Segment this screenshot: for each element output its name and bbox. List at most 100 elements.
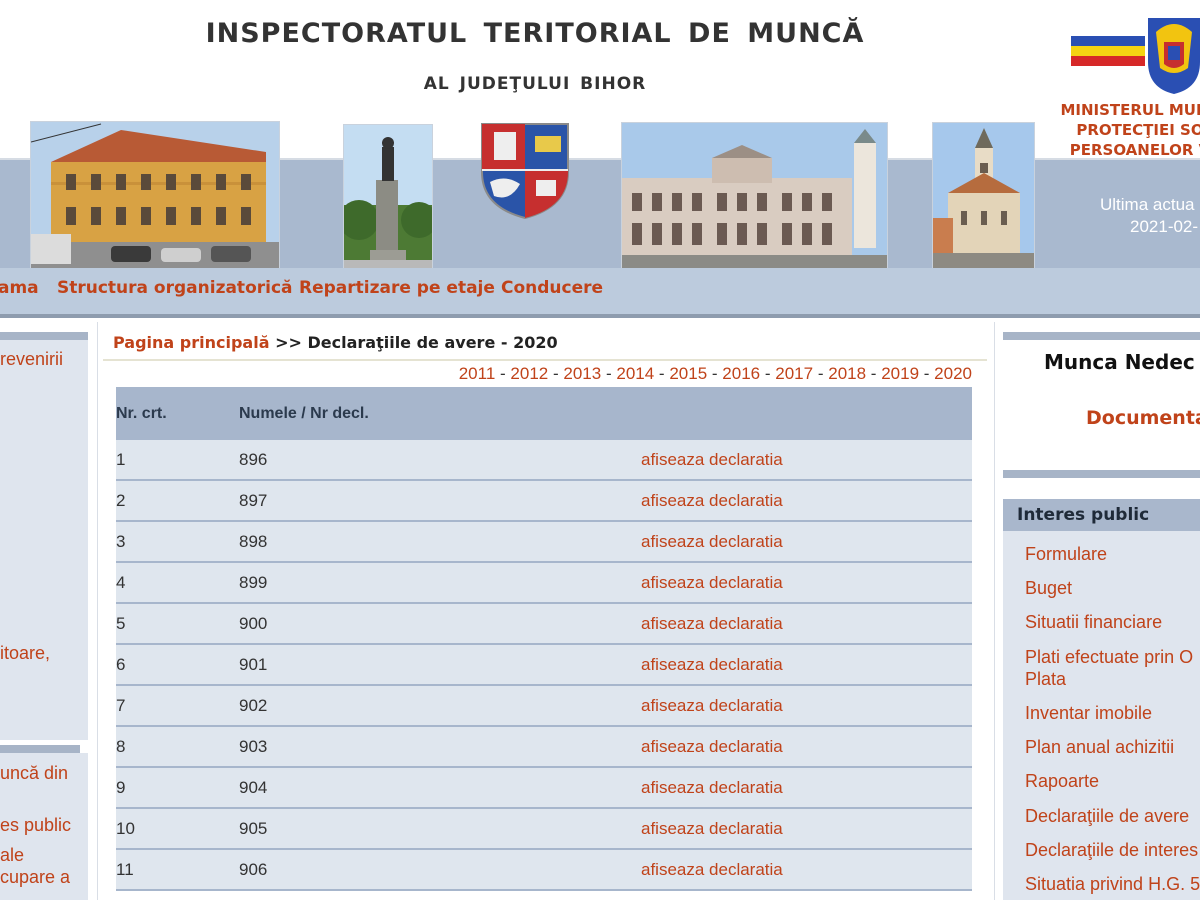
declaration-number: 898 [239, 521, 641, 563]
promo-title: Munca Nedec [1044, 350, 1195, 374]
public-interest-link-plati[interactable]: Plati efectuate prin O [1025, 646, 1193, 668]
year-link-2018[interactable]: 2018 [828, 364, 866, 383]
declaration-number: 905 [239, 808, 641, 850]
public-interest-link-situatia-hg[interactable]: Situatia privind H.G. 5 [1025, 873, 1200, 895]
show-declaration-link[interactable]: afiseaza declaratia [641, 767, 972, 809]
year-link-2012[interactable]: 2012 [510, 364, 548, 383]
year-separator: - [923, 364, 930, 383]
row-number: 3 [116, 521, 239, 563]
row-number: 4 [116, 562, 239, 604]
ministry-name: MINISTERUL MUNC PROTECŢIEI SO PERSOANELO… [1040, 100, 1200, 160]
declarations-table: Nr. crt. Numele / Nr decl. 1 896 afiseaza … [116, 387, 972, 891]
church-photo [932, 122, 1035, 269]
table-row: 10 905 afiseaza declaratia [116, 808, 972, 850]
public-interest-link-rapoarte[interactable]: Rapoarte [1025, 770, 1099, 792]
public-interest-link-buget[interactable]: Buget [1025, 577, 1072, 599]
government-coat-of-arms [1144, 12, 1200, 96]
show-declaration-link[interactable]: afiseaza declaratia [641, 808, 972, 850]
public-interest-link-formulare[interactable]: Formulare [1025, 543, 1107, 565]
year-selector: 2011 - 2012 - 2013 - 2014 - 2015 - 2016 … [459, 364, 972, 384]
breadcrumb-home-link[interactable]: Pagina principală [113, 333, 270, 352]
table-row: 6 901 afiseaza declaratia [116, 644, 972, 686]
site-header: INSPECTORATUL TERITORIAL DE MUNCĂ AL JUD… [0, 0, 1200, 320]
nav-item-acasa[interactable]: ama [0, 278, 39, 298]
declaration-number: 899 [239, 562, 641, 604]
left-sidebar-link[interactable]: uncă din [0, 763, 68, 784]
column-header-action [641, 387, 972, 440]
year-separator: - [711, 364, 718, 383]
show-declaration-link[interactable]: afiseaza declaratia [641, 849, 972, 891]
year-separator: - [817, 364, 824, 383]
left-sidebar-top-bar [0, 332, 88, 340]
table-row: 9 904 afiseaza declaratia [116, 767, 972, 809]
left-sidebar-link[interactable]: itoare, [0, 643, 50, 664]
nav-item-structura[interactable]: Structura organizatorică [57, 278, 293, 298]
declaration-number: 897 [239, 480, 641, 522]
row-number: 11 [116, 849, 239, 891]
last-update-date: 2021-02- [1130, 217, 1199, 236]
declaration-number: 903 [239, 726, 641, 768]
table-row: 2 897 afiseaza declaratia [116, 480, 972, 522]
left-sidebar-link[interactable]: revenirii [0, 349, 63, 370]
public-interest-link-situatii-financiare[interactable]: Situatii financiare [1025, 611, 1162, 633]
building-photo-yellow [30, 121, 280, 270]
ministry-line-1: MINISTERUL MUNC [1060, 101, 1200, 119]
public-interest-link-declaratii-interese[interactable]: Declaraţiile de interes [1025, 839, 1198, 861]
row-number: 8 [116, 726, 239, 768]
declaration-number: 900 [239, 603, 641, 645]
row-number: 10 [116, 808, 239, 850]
year-link-2016[interactable]: 2016 [722, 364, 760, 383]
year-link-2019[interactable]: 2019 [881, 364, 919, 383]
left-sidebar-link[interactable]: es public [0, 815, 71, 836]
show-declaration-link[interactable]: afiseaza declaratia [641, 440, 972, 481]
row-number: 7 [116, 685, 239, 727]
table-header-row: Nr. crt. Numele / Nr decl. [116, 387, 972, 440]
show-declaration-link[interactable]: afiseaza declaratia [641, 644, 972, 686]
left-sidebar-link[interactable]: ale [0, 845, 24, 866]
palace-photo [621, 122, 888, 269]
left-sidebar-link[interactable]: cupare a [0, 867, 70, 888]
row-number: 6 [116, 644, 239, 686]
declaration-number: 906 [239, 849, 641, 891]
year-link-2011[interactable]: 2011 [459, 364, 496, 383]
show-declaration-link[interactable]: afiseaza declaratia [641, 685, 972, 727]
public-interest-link-plan-achizitii[interactable]: Plan anual achizitii [1025, 736, 1174, 758]
breadcrumb-divider [103, 359, 987, 361]
public-interest-link-declaratii-avere[interactable]: Declaraţiile de avere [1025, 805, 1189, 827]
year-link-2015[interactable]: 2015 [669, 364, 707, 383]
year-separator: - [870, 364, 877, 383]
last-update: Ultima actua 2021-02- [1100, 194, 1198, 238]
nav-item-repartizare[interactable]: Repartizare pe etaje [299, 278, 495, 298]
left-sidebar-panel [0, 340, 88, 740]
breadcrumb-separator: >> [275, 333, 302, 352]
show-declaration-link[interactable]: afiseaza declaratia [641, 603, 972, 645]
public-interest-link-inventar[interactable]: Inventar imobile [1025, 702, 1152, 724]
table-row: 7 902 afiseaza declaratia [116, 685, 972, 727]
year-separator: - [552, 364, 559, 383]
nav-item-conducere[interactable]: Conducere [501, 278, 603, 298]
breadcrumb-current: Declaraţiile de avere - 2020 [307, 333, 558, 352]
flag-blue-stripe [1071, 36, 1145, 46]
year-separator: - [605, 364, 612, 383]
year-link-2020[interactable]: 2020 [934, 364, 972, 383]
year-separator: - [658, 364, 665, 383]
ministry-line-3: PERSOANELOR V [1069, 141, 1200, 159]
breadcrumb: Pagina principală >> Declaraţiile de ave… [113, 333, 558, 352]
year-link-2013[interactable]: 2013 [563, 364, 601, 383]
year-link-2014[interactable]: 2014 [616, 364, 654, 383]
show-declaration-link[interactable]: afiseaza declaratia [641, 726, 972, 768]
county-coat-of-arms [480, 122, 570, 220]
romanian-flag [1071, 36, 1145, 66]
public-interest-header: Interes public [1003, 499, 1200, 531]
table-row: 3 898 afiseaza declaratia [116, 521, 972, 563]
show-declaration-link[interactable]: afiseaza declaratia [641, 562, 972, 604]
ministry-line-2: PROTECŢIEI SO [1076, 121, 1200, 139]
flag-red-stripe [1071, 56, 1145, 66]
promo-link[interactable]: Documenta [1086, 407, 1200, 429]
year-link-2017[interactable]: 2017 [775, 364, 813, 383]
last-update-label: Ultima actua [1100, 195, 1195, 214]
public-interest-link-plati-cont[interactable]: Plata [1025, 668, 1066, 690]
show-declaration-link[interactable]: afiseaza declaratia [641, 521, 972, 563]
table-row: 11 906 afiseaza declaratia [116, 849, 972, 891]
show-declaration-link[interactable]: afiseaza declaratia [641, 480, 972, 522]
